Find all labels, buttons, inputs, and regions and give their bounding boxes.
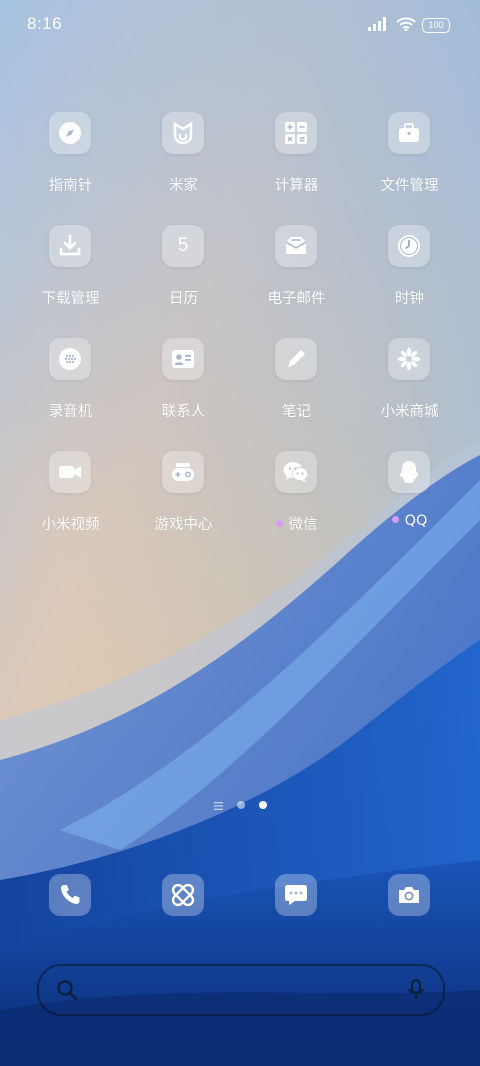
compass-icon — [49, 112, 91, 154]
app-clock[interactable]: 时钟 — [353, 225, 466, 325]
app-contacts[interactable]: 联系人 — [127, 338, 240, 438]
app-label: 小米视频 — [41, 517, 100, 533]
app-label: 指南针 — [48, 178, 93, 194]
app-qq[interactable]: QQ — [353, 451, 466, 551]
video-icon — [49, 451, 91, 493]
app-label-text: QQ — [404, 513, 428, 529]
app-mijia[interactable]: 米家 — [127, 112, 240, 212]
app-label: 联系人 — [161, 404, 206, 420]
calculator-icon — [275, 112, 317, 154]
app-download-manager[interactable]: 下载管理 — [14, 225, 127, 325]
battery-icon: 100 — [422, 18, 450, 33]
app-email[interactable]: 电子邮件 — [240, 225, 353, 325]
dock — [0, 874, 480, 918]
app-mi-store[interactable]: 小米商城 — [353, 338, 466, 438]
app-label: 日历 — [169, 291, 198, 307]
app-game-center[interactable]: 游戏中心 — [127, 451, 240, 551]
app-mi-video[interactable]: 小米视频 — [14, 451, 127, 551]
search-bar[interactable] — [37, 964, 445, 1016]
mail-icon — [275, 225, 317, 267]
microphone-icon[interactable] — [406, 978, 426, 1006]
app-calendar[interactable]: 5 日历 — [127, 225, 240, 325]
page-indicator — [0, 795, 480, 814]
app-calculator[interactable]: 计算器 — [240, 112, 353, 212]
mijia-icon — [162, 112, 204, 154]
search-icon[interactable] — [56, 979, 78, 1005]
app-label: 笔记 — [282, 404, 311, 420]
app-recorder[interactable]: 录音机 — [14, 338, 127, 438]
app-wechat[interactable]: 微信 — [240, 451, 353, 551]
contacts-icon — [162, 338, 204, 380]
app-label: QQ — [353, 513, 466, 529]
phone-icon[interactable] — [49, 874, 91, 916]
app-label: 游戏中心 — [154, 517, 213, 533]
page-dot[interactable] — [236, 800, 245, 809]
app-label: 计算器 — [274, 178, 319, 194]
app-label: 微信 — [240, 513, 353, 534]
new-indicator-dot — [391, 515, 399, 523]
browser-icon[interactable] — [162, 874, 204, 916]
page-dot-active[interactable] — [258, 800, 267, 809]
wifi-icon — [396, 16, 416, 35]
qq-icon — [388, 451, 430, 493]
mi-store-icon — [388, 338, 430, 380]
status-time: 8:16 — [27, 14, 63, 33]
app-label: 时钟 — [395, 291, 424, 307]
briefcase-icon — [388, 112, 430, 154]
new-indicator-dot — [275, 519, 283, 527]
app-compass[interactable]: 指南针 — [14, 112, 127, 212]
wechat-icon — [275, 451, 317, 493]
calendar-day: 5 — [177, 235, 189, 256]
signal-icon — [368, 16, 390, 35]
calendar-icon: 5 — [162, 225, 204, 267]
pen-icon — [275, 338, 317, 380]
app-label: 电子邮件 — [267, 291, 326, 307]
app-notes[interactable]: 笔记 — [240, 338, 353, 438]
app-label: 录音机 — [48, 404, 93, 420]
download-icon — [49, 225, 91, 267]
app-label-text: 微信 — [288, 517, 318, 533]
app-label: 小米商城 — [380, 404, 439, 420]
camera-icon[interactable] — [388, 874, 430, 916]
recorder-icon — [49, 338, 91, 380]
gamepad-icon — [162, 451, 204, 493]
menu-lines-icon[interactable] — [213, 795, 223, 814]
status-bar: 8:16 100 — [0, 0, 480, 48]
app-file-manager[interactable]: 文件管理 — [353, 112, 466, 212]
clock-icon — [388, 225, 430, 267]
messages-icon[interactable] — [275, 874, 317, 916]
app-label: 文件管理 — [380, 178, 439, 194]
app-label: 米家 — [169, 178, 198, 194]
app-label: 下载管理 — [41, 291, 100, 307]
